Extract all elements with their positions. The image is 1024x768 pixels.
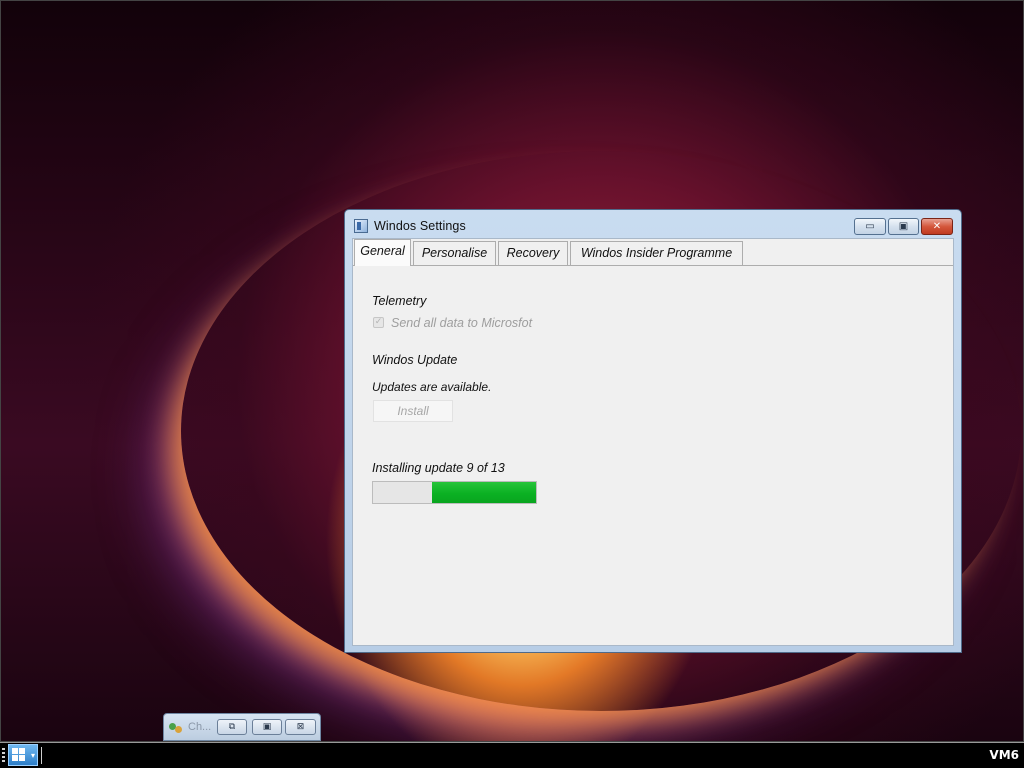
chevron-down-icon: ▾	[30, 751, 35, 760]
restore-button[interactable]: ⧉	[217, 719, 247, 735]
install-progress-label: Installing update 9 of 13	[372, 461, 505, 475]
windos-update-heading: Windos Update	[372, 353, 458, 367]
tab-strip: General Personalise Recovery Windos Insi…	[353, 239, 953, 266]
users-icon	[169, 721, 183, 735]
maximize-button[interactable]: ▣	[888, 218, 919, 235]
settings-window: Windos Settings ▭ ▣ ✕ General Personalis…	[344, 209, 962, 653]
windows-logo-icon	[12, 748, 26, 762]
vm-label: VM6	[989, 748, 1019, 762]
general-tab-panel: Telemetry ✓ Send all data to Microsfot W…	[353, 265, 953, 645]
updates-status-text: Updates are available.	[372, 380, 492, 394]
start-button[interactable]: ▾	[8, 744, 38, 766]
minimized-window[interactable]: Ch... ⧉ ▣ ⊠	[163, 713, 321, 741]
app-settings-icon	[354, 219, 368, 233]
install-progress-fill	[431, 482, 536, 503]
send-data-checkbox[interactable]: ✓	[373, 317, 384, 328]
tab-personalise[interactable]: Personalise	[413, 241, 496, 265]
tab-general[interactable]: General	[354, 239, 411, 266]
install-button[interactable]: Install	[373, 400, 453, 422]
send-data-checkbox-label: Send all data to Microsfot	[391, 316, 533, 330]
minimize-icon: ▭	[865, 221, 875, 232]
close-button[interactable]: ✕	[921, 218, 953, 235]
window-title: Windos Settings	[374, 219, 466, 233]
minimize-button[interactable]: ▭	[854, 218, 886, 235]
install-progress-bar	[372, 481, 537, 504]
taskbar-separator	[41, 747, 42, 764]
taskbar-grip-icon[interactable]	[2, 748, 5, 764]
close-icon: ✕	[932, 221, 942, 232]
restore-icon: ⧉	[228, 722, 236, 732]
telemetry-heading: Telemetry	[372, 294, 427, 308]
maximize-icon: ▣	[262, 722, 272, 732]
window-titlebar[interactable]: Windos Settings ▭ ▣ ✕	[345, 210, 961, 238]
maximize-icon: ▣	[898, 221, 909, 232]
close-icon: ⊠	[296, 722, 305, 732]
tab-windos-insider-programme[interactable]: Windos Insider Programme	[570, 241, 743, 265]
tab-recovery[interactable]: Recovery	[498, 241, 568, 265]
window-client-area: General Personalise Recovery Windos Insi…	[352, 238, 954, 646]
close-button[interactable]: ⊠	[285, 719, 316, 735]
maximize-button[interactable]: ▣	[252, 719, 282, 735]
minimized-window-title: Ch...	[188, 721, 212, 733]
taskbar: ▾ VM6	[0, 742, 1024, 768]
